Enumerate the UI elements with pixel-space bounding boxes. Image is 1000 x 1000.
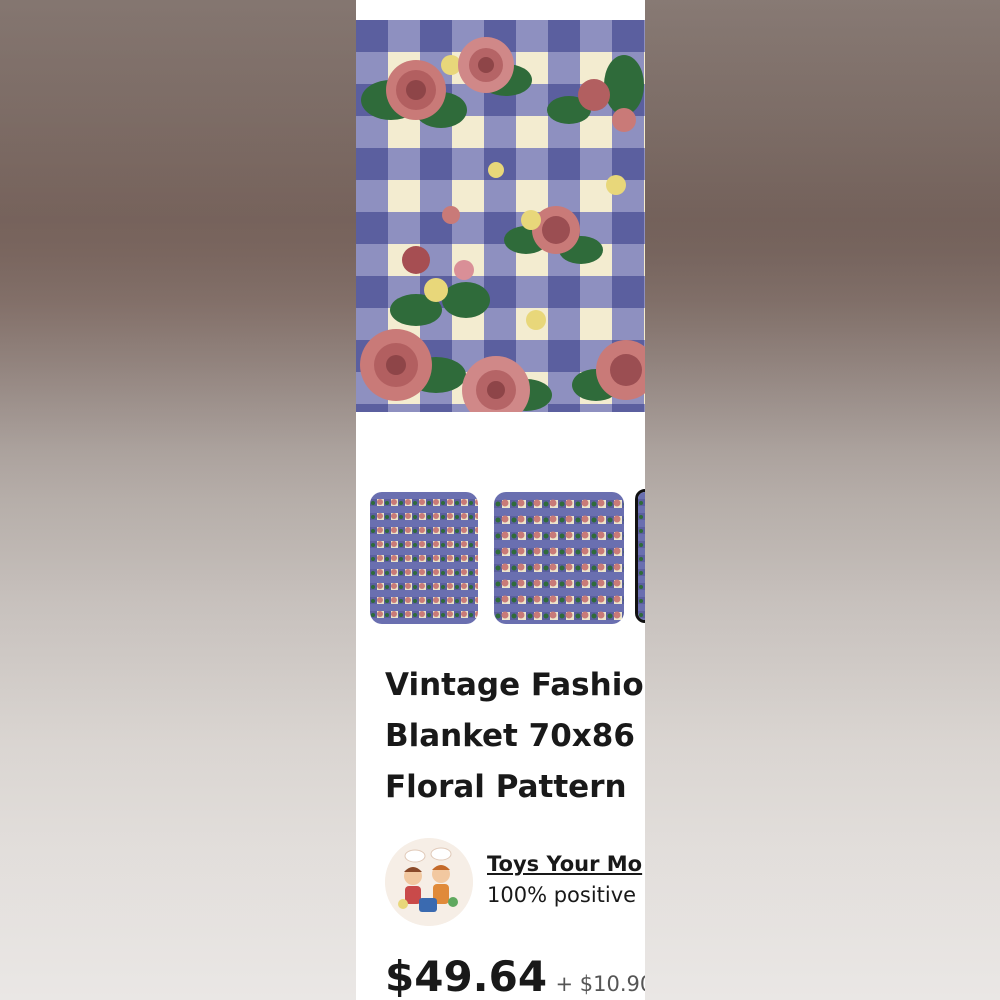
listing-title: Vintage Fashio Blanket 70x86 Floral Patt…	[385, 660, 645, 813]
blurred-background-left	[0, 0, 356, 1000]
listing-title-line-1: Vintage Fashio	[385, 667, 644, 703]
thumbnail-pattern	[370, 492, 478, 624]
seller-info: Toys Your Mo 100% positive	[385, 838, 645, 928]
blurred-background-right	[645, 0, 1000, 1000]
listing-title-line-2: Blanket 70x86	[385, 718, 635, 754]
price-row: $49.64 + $10.90	[385, 952, 645, 1000]
thumbnail-image-3-selected[interactable]	[635, 489, 645, 623]
seller-avatar-illustration	[385, 838, 473, 926]
main-product-image[interactable]	[356, 20, 645, 412]
image-thumbnail-strip	[356, 489, 645, 632]
thumbnail-pattern	[638, 492, 645, 620]
item-price: $49.64	[385, 952, 548, 1000]
seller-avatar[interactable]	[385, 838, 473, 926]
thumbnail-image-2[interactable]	[494, 492, 624, 624]
mobile-listing-screen: Vintage Fashio Blanket 70x86 Floral Patt…	[356, 0, 645, 1000]
listing-title-line-3: Floral Pattern	[385, 769, 627, 805]
screenshot-frame: Vintage Fashio Blanket 70x86 Floral Patt…	[0, 0, 1000, 1000]
seller-name-link[interactable]: Toys Your Mo	[487, 852, 642, 876]
shipping-cost: + $10.90	[555, 972, 645, 996]
floral-blanket-photo	[356, 20, 645, 412]
thumbnail-pattern	[494, 492, 624, 624]
thumbnail-image-1[interactable]	[370, 492, 478, 624]
seller-feedback-score: 100% positive	[487, 883, 637, 907]
